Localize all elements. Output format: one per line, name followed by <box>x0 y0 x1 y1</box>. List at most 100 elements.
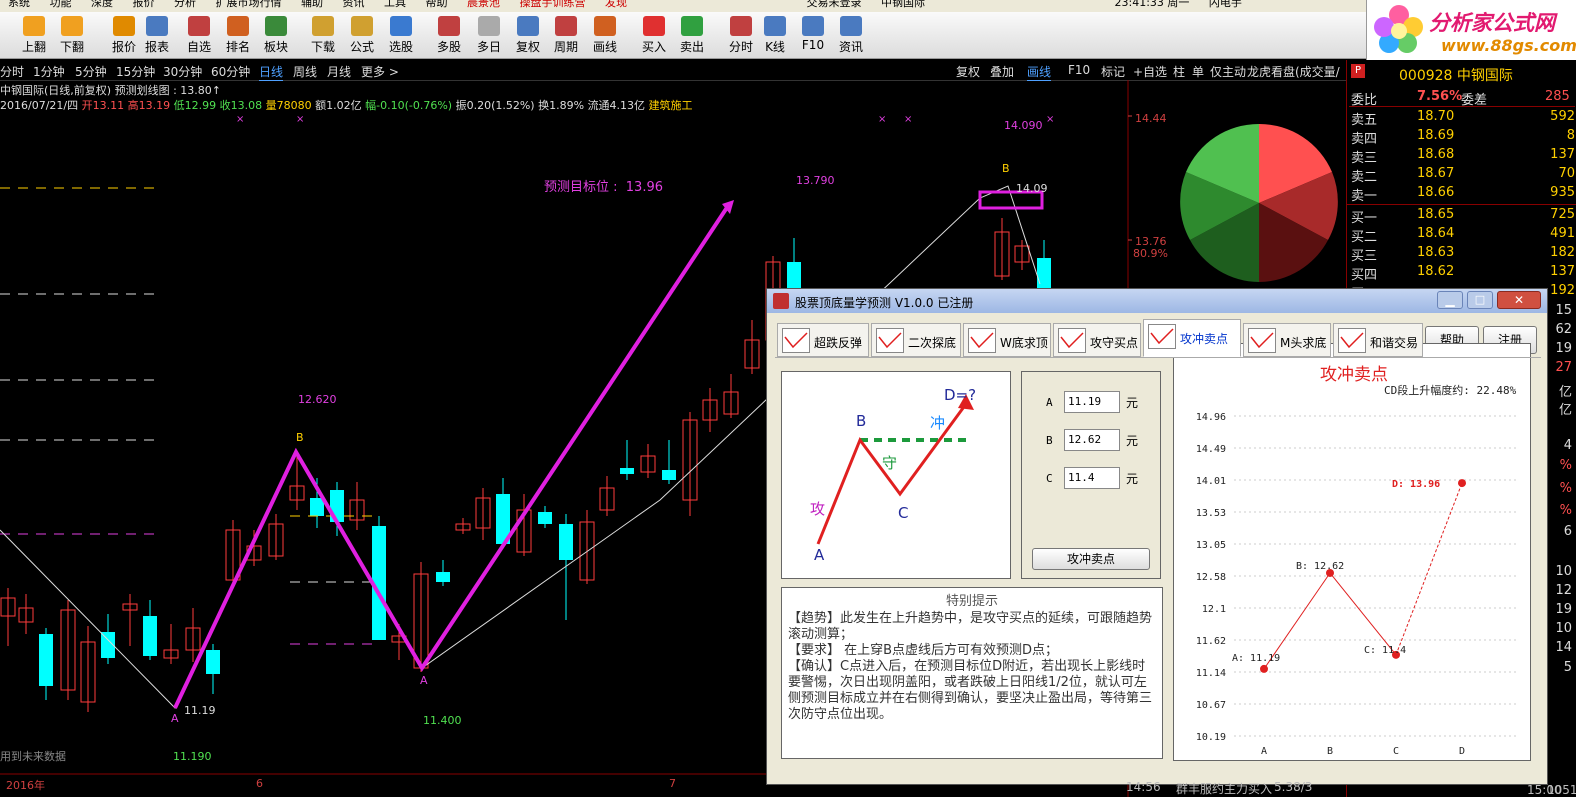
下翻-toolbar-button[interactable]: 下翻 <box>53 14 91 58</box>
order-level-label: 卖四 <box>1351 132 1378 147</box>
买入-toolbar-button[interactable]: 买入 <box>635 14 673 58</box>
quote-sector[interactable]: 建筑施工 <box>649 99 693 112</box>
period-tab[interactable]: 5分钟 <box>75 63 107 80</box>
周期-toolbar-button[interactable]: 周期 <box>547 14 585 58</box>
order-level-label: 买四 <box>1351 268 1378 283</box>
toolbar: 上翻 下翻 报价 报表 自选 排名 板块 下载 公式 选股 多股 多日 复权 周期 画线 买入 卖出 分时 K线 F1… <box>0 12 1366 59</box>
menu-item[interactable]: 帮助 <box>426 0 448 8</box>
tab-和谐交易[interactable]: 和谐交易 <box>1333 323 1423 357</box>
period-tab[interactable]: 30分钟 <box>163 63 202 80</box>
公式-toolbar-button[interactable]: 公式 <box>343 14 381 58</box>
卖出-toolbar-button[interactable]: 卖出 <box>673 14 711 58</box>
tab-攻守买点[interactable]: 攻守买点 <box>1053 323 1141 357</box>
asks-row[interactable]: 卖一 18.66 935 <box>1349 184 1575 204</box>
多日-toolbar-button[interactable]: 多日 <box>470 14 508 58</box>
committee-diff-label: 委差 <box>1461 93 1488 108</box>
menu-item[interactable]: 深度 <box>91 0 113 8</box>
x-tick-label: C <box>1393 746 1399 757</box>
menu-item[interactable]: 操盘手训练营 <box>520 0 586 8</box>
asks-row[interactable]: 卖二 18.67 70 <box>1349 165 1575 185</box>
menu-item[interactable]: 发现 <box>605 0 627 8</box>
asks-row[interactable]: 卖四 18.69 8 <box>1349 127 1575 147</box>
ctrl-single[interactable]: 单 <box>1192 63 1204 80</box>
maximize-button[interactable]: □ <box>1467 291 1493 309</box>
order-volume: 70 <box>1558 166 1575 181</box>
period-tab[interactable]: 1分钟 <box>33 63 65 80</box>
K线-toolbar-button[interactable]: K线 <box>756 14 794 58</box>
period-tab[interactable]: 周线 <box>293 63 317 80</box>
menu-item[interactable]: 闪电手 <box>1209 0 1242 8</box>
toolbar-label: 选股 <box>388 40 413 54</box>
复权-toolbar-button[interactable]: 复权 <box>509 14 547 58</box>
order-volume: 137 <box>1550 264 1575 279</box>
close-button[interactable]: ✕ <box>1497 291 1541 309</box>
报表-toolbar-button[interactable]: 报表 <box>138 14 176 58</box>
ctrl-active[interactable]: 仅主动 <box>1210 63 1246 80</box>
画线-toolbar-button[interactable]: 画线 <box>586 14 624 58</box>
logo-url: www.88gs.com <box>1441 36 1576 55</box>
bids-row[interactable]: 买一 18.65 725 <box>1349 206 1575 226</box>
多股-toolbar-button[interactable]: 多股 <box>430 14 468 58</box>
排名-toolbar-button[interactable]: 排名 <box>219 14 257 58</box>
板块-toolbar-button[interactable]: 板块 <box>257 14 295 58</box>
tab-W底求顶[interactable]: W底求顶 <box>963 323 1051 357</box>
axis-label: 80.9% <box>1133 247 1168 260</box>
asks-row[interactable]: 卖五 18.70 592 <box>1349 108 1575 128</box>
分时-toolbar-button[interactable]: 分时 <box>722 14 760 58</box>
tab-二次探底[interactable]: 二次探底 <box>871 323 961 357</box>
y-tick-label: 11.14 <box>1196 668 1226 679</box>
menu-item[interactable]: 功能 <box>50 0 72 8</box>
menu-item[interactable]: 资讯 <box>343 0 365 8</box>
menu-item[interactable]: 工具 <box>384 0 406 8</box>
ctrl-add-watch[interactable]: +自选 <box>1133 63 1167 80</box>
tab-超跌反弹[interactable]: 超跌反弹 <box>777 323 869 357</box>
period-tab[interactable]: 15分钟 <box>116 63 155 80</box>
F10-toolbar-button[interactable]: F10 <box>794 14 832 58</box>
ctrl-draw[interactable]: 画线 <box>1027 63 1052 81</box>
period-tab[interactable]: 更多 > <box>361 63 399 80</box>
period-tab[interactable]: 分时 <box>0 63 24 80</box>
资讯-toolbar-button[interactable]: 资讯 <box>832 14 870 58</box>
ctrl-overlay[interactable]: 叠加 <box>990 63 1014 80</box>
calc-button[interactable]: 攻冲卖点 <box>1032 548 1150 570</box>
period-tab[interactable]: 月线 <box>327 63 351 80</box>
ctrl-restore[interactable]: 复权 <box>956 63 980 80</box>
menu-item[interactable]: 系统 <box>8 0 30 8</box>
toolbar-label: 自选 <box>186 40 211 54</box>
下载-toolbar-button[interactable]: 下载 <box>304 14 342 58</box>
period-tab-active[interactable]: 日线 <box>259 63 284 81</box>
bids-row[interactable]: 买四 18.62 137 <box>1349 263 1575 283</box>
trade-status[interactable]: 交易未登录 <box>807 0 862 8</box>
tab-M头求底[interactable]: M头求底 <box>1243 323 1331 357</box>
input-a-field[interactable]: 11.19 <box>1064 391 1120 413</box>
tab-攻冲卖点[interactable]: 攻冲卖点 <box>1143 319 1241 357</box>
y-tick-label: 14.49 <box>1196 444 1226 455</box>
menu-item[interactable]: 报价 <box>133 0 155 8</box>
asks-row[interactable]: 卖三 18.68 137 <box>1349 146 1575 166</box>
dialog-titlebar[interactable]: 股票顶底量学预测 V1.0.0 已注册 ▁ □ ✕ <box>767 289 1547 313</box>
y-tick-label: 10.19 <box>1196 732 1226 743</box>
选股-toolbar-button[interactable]: 选股 <box>382 14 420 58</box>
period-tab[interactable]: 60分钟 <box>211 63 250 80</box>
input-c-field[interactable]: 11.4 <box>1064 467 1120 489</box>
bids-row[interactable]: 买二 18.64 491 <box>1349 225 1575 245</box>
menu-item[interactable]: 辅助 <box>301 0 323 8</box>
自选-toolbar-button[interactable]: 自选 <box>180 14 218 58</box>
ctrl-bar[interactable]: 柱 <box>1173 63 1185 80</box>
input-b-field[interactable]: 12.62 <box>1064 429 1120 451</box>
draw-line-icon <box>594 16 616 36</box>
ctrl-f10[interactable]: F10 <box>1068 63 1090 77</box>
candle-body <box>1037 258 1051 290</box>
input-a-label: A <box>1046 396 1053 409</box>
menu-item[interactable]: 分析 <box>174 0 196 8</box>
point-a-label: A <box>420 674 428 687</box>
minimize-button[interactable]: ▁ <box>1437 291 1463 309</box>
y-tick-label: 14.96 <box>1196 412 1226 423</box>
上翻-toolbar-button[interactable]: 上翻 <box>15 14 53 58</box>
bids-row[interactable]: 买三 18.63 182 <box>1349 244 1575 264</box>
ctrl-dragon[interactable]: 龙虎看盘(成交量/ <box>1247 63 1347 80</box>
partial-value: 10 <box>1555 564 1572 579</box>
menu-item[interactable]: 晨景池 <box>467 0 500 8</box>
ctrl-mark[interactable]: 标记 <box>1101 63 1125 80</box>
menu-item[interactable]: 扩展市场行情 <box>216 0 282 8</box>
